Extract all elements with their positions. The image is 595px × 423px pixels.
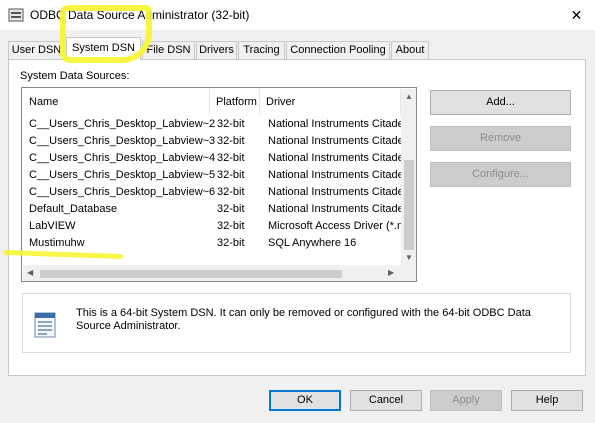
vertical-scroll-thumb[interactable] [404,160,414,250]
table-row[interactable]: Mustimuhw 32-bit SQL Anywhere 16 [23,235,401,252]
configure-button[interactable]: Configure... [430,162,571,187]
row-platform: 32-bit [217,118,245,130]
row-name: Mustimuhw [29,237,85,249]
row-name: C__Users_Chris_Desktop_Labview~4 [29,152,215,164]
close-icon[interactable]: ✕ [558,0,595,30]
highlight-annotation-oval [60,5,152,63]
column-header-name[interactable]: Name [23,89,210,115]
row-name: Default_Database [29,203,118,215]
row-driver: National Instruments Citadel [268,118,402,130]
data-source-icon [34,312,56,338]
column-header-platform[interactable]: Platform [210,89,260,115]
row-platform: 32-bit [217,203,245,215]
table-row[interactable]: C__Users_Chris_Desktop_Labview~2 32-bit … [23,116,402,133]
horizontal-scroll-thumb[interactable] [40,270,342,278]
scroll-right-arrow-icon[interactable]: ▶ [388,269,394,277]
row-driver: SQL Anywhere 16 [268,237,357,249]
row-name: C__Users_Chris_Desktop_Labview~6 [29,186,215,198]
row-driver: National Instruments Citadel [268,186,402,198]
row-driver: National Instruments Citadel [268,135,402,147]
row-platform: 32-bit [217,169,245,181]
row-driver: Microsoft Access Driver (*.mdb) [268,220,402,232]
row-name: C__Users_Chris_Desktop_Labview~5 [29,169,215,181]
column-header-driver[interactable]: Driver [260,89,401,115]
row-platform: 32-bit [217,186,245,198]
row-driver: National Instruments Citadel [268,203,402,215]
row-platform: 32-bit [217,152,245,164]
tab-user-dsn[interactable]: User DSN [8,41,65,59]
row-driver: National Instruments Citadel [268,152,402,164]
info-text: This is a 64-bit System DSN. It can only… [76,307,531,332]
scroll-down-arrow-icon[interactable]: ▼ [405,254,413,262]
tab-tracing[interactable]: Tracing [238,41,285,59]
scroll-up-arrow-icon[interactable]: ▲ [405,93,413,101]
remove-button[interactable]: Remove [430,126,571,151]
table-row[interactable]: C__Users_Chris_Desktop_Labview~5 32-bit … [23,167,402,184]
row-name: LabVIEW [29,220,76,232]
tab-about[interactable]: About [391,41,429,59]
scroll-left-arrow-icon[interactable]: ◀ [27,269,33,277]
table-row[interactable]: C__Users_Chris_Desktop_Labview~4 32-bit … [23,150,402,167]
odbc-app-icon [8,8,24,22]
table-row[interactable]: LabVIEW 32-bit Microsoft Access Driver (… [23,218,402,235]
table-row[interactable]: C__Users_Chris_Desktop_Labview~3 32-bit … [23,133,402,150]
cancel-button[interactable]: Cancel [350,390,422,411]
tab-drivers[interactable]: Drivers [196,41,237,59]
row-platform: 32-bit [217,135,245,147]
section-label: System Data Sources: [20,70,130,82]
row-name: C__Users_Chris_Desktop_Labview~3 [29,135,215,147]
apply-button[interactable]: Apply [430,390,502,411]
add-button[interactable]: Add... [430,90,571,115]
row-driver: National Instruments Citadel [268,169,402,181]
ok-button[interactable]: OK [269,390,341,411]
row-name: C__Users_Chris_Desktop_Labview~2 [29,118,215,130]
table-row[interactable]: Default_Database 32-bit National Instrum… [23,201,402,218]
help-button[interactable]: Help [511,390,583,411]
tab-connection-pooling[interactable]: Connection Pooling [286,41,390,59]
table-row[interactable]: C__Users_Chris_Desktop_Labview~6 32-bit … [23,184,402,201]
row-platform: 32-bit [217,220,245,232]
row-platform: 32-bit [217,237,245,249]
